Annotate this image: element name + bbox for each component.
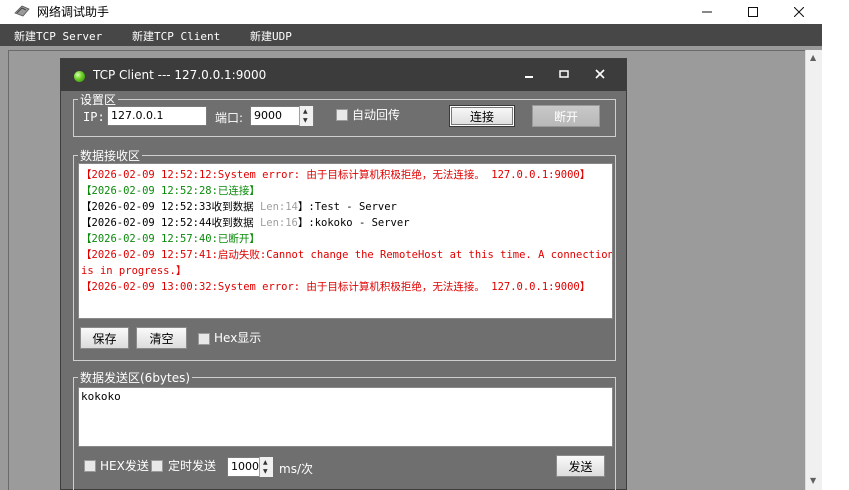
port-spinner[interactable]: ▲ ▼	[299, 106, 313, 126]
auto-echo-label: 自动回传	[352, 108, 401, 122]
port-label: 端口:	[215, 111, 244, 125]
maximize-icon	[748, 7, 758, 17]
spin-down-icon[interactable]: ▼	[303, 117, 308, 124]
log-line: is in progress.】	[81, 265, 187, 277]
window-right-edge	[822, 24, 849, 490]
auto-echo-checkbox[interactable]	[336, 109, 348, 121]
close-icon	[794, 7, 804, 17]
log-line: 【2026-02-09 12:52:12:System error: 由于目标计…	[81, 169, 591, 181]
ip-input[interactable]: 127.0.0.1	[107, 106, 207, 126]
receive-legend: 数据接收区	[78, 147, 143, 164]
status-indicator-icon	[74, 71, 85, 82]
child-close-button[interactable]	[592, 67, 608, 83]
minimize-icon	[702, 11, 712, 13]
vertical-scrollbar[interactable]: ▲ ▼	[805, 50, 822, 490]
child-title: TCP Client --- 127.0.0.1:9000	[93, 68, 267, 82]
hex-send-label: HEX发送	[100, 459, 149, 473]
ip-label: IP:	[83, 110, 105, 124]
maximize-icon	[559, 70, 569, 78]
scroll-down-icon[interactable]: ▼	[810, 476, 816, 485]
spin-down-icon[interactable]: ▼	[263, 468, 268, 475]
timed-send-label: 定时发送	[168, 459, 217, 473]
connect-button[interactable]: 连接	[449, 105, 515, 127]
app-icon	[14, 4, 30, 18]
child-maximize-button[interactable]	[556, 67, 572, 83]
send-textbox[interactable]: kokoko	[78, 387, 613, 447]
minimize-button[interactable]	[684, 0, 730, 24]
hex-send-checkbox[interactable]	[84, 460, 96, 472]
hex-display-label: Hex显示	[214, 331, 262, 345]
close-icon	[595, 69, 605, 79]
menu-new-udp[interactable]: 新建UDP	[250, 28, 292, 44]
send-legend: 数据发送区(6bytes)	[78, 369, 193, 386]
close-button[interactable]	[776, 0, 822, 24]
minimize-icon	[525, 76, 533, 78]
log-line: 【2026-02-09 12:57:41:启动失败:Cannot change …	[81, 249, 613, 261]
receive-textbox[interactable]: 【2026-02-09 12:52:12:System error: 由于目标计…	[78, 163, 613, 319]
clear-button[interactable]: 清空	[136, 327, 187, 349]
log-line: 【2026-02-09 12:52:44收到数据 Len:16】:kokoko …	[81, 217, 410, 229]
spin-up-icon[interactable]: ▲	[303, 108, 308, 115]
timed-send-checkbox[interactable]	[151, 460, 163, 472]
spin-up-icon[interactable]: ▲	[263, 459, 268, 466]
save-button[interactable]: 保存	[80, 327, 129, 349]
port-value: 9000	[254, 109, 282, 122]
send-button[interactable]: 发送	[556, 455, 605, 477]
maximize-button[interactable]	[730, 0, 776, 24]
disconnect-button[interactable]: 断开	[532, 105, 600, 127]
menu-new-tcp-server[interactable]: 新建TCP Server	[14, 28, 102, 44]
log-line: 【2026-02-09 13:00:32:System error: 由于目标计…	[81, 281, 591, 293]
window-title: 网络调试助手	[37, 5, 110, 19]
interval-value: 1000	[231, 460, 259, 473]
log-line: 【2026-02-09 12:57:40:已断开】	[81, 233, 260, 245]
hex-display-checkbox[interactable]	[198, 333, 210, 345]
interval-unit-label: ms/次	[279, 462, 313, 476]
log-line: 【2026-02-09 12:52:33收到数据 Len:14】:Test - …	[81, 201, 397, 213]
scroll-up-icon[interactable]: ▲	[810, 53, 816, 62]
tcp-client-window: TCP Client --- 127.0.0.1:9000 设置区 IP: 12…	[60, 58, 627, 490]
menu-new-tcp-client[interactable]: 新建TCP Client	[132, 28, 220, 44]
menu-bar: 新建TCP Server 新建TCP Client 新建UDP	[0, 24, 822, 46]
log-line: 【2026-02-09 12:52:28:已连接】	[81, 185, 260, 197]
child-minimize-button[interactable]	[521, 67, 537, 83]
window-titlebar: 网络调试助手	[0, 0, 849, 24]
interval-spinner[interactable]: ▲ ▼	[259, 457, 273, 477]
child-titlebar: TCP Client --- 127.0.0.1:9000	[61, 59, 626, 91]
